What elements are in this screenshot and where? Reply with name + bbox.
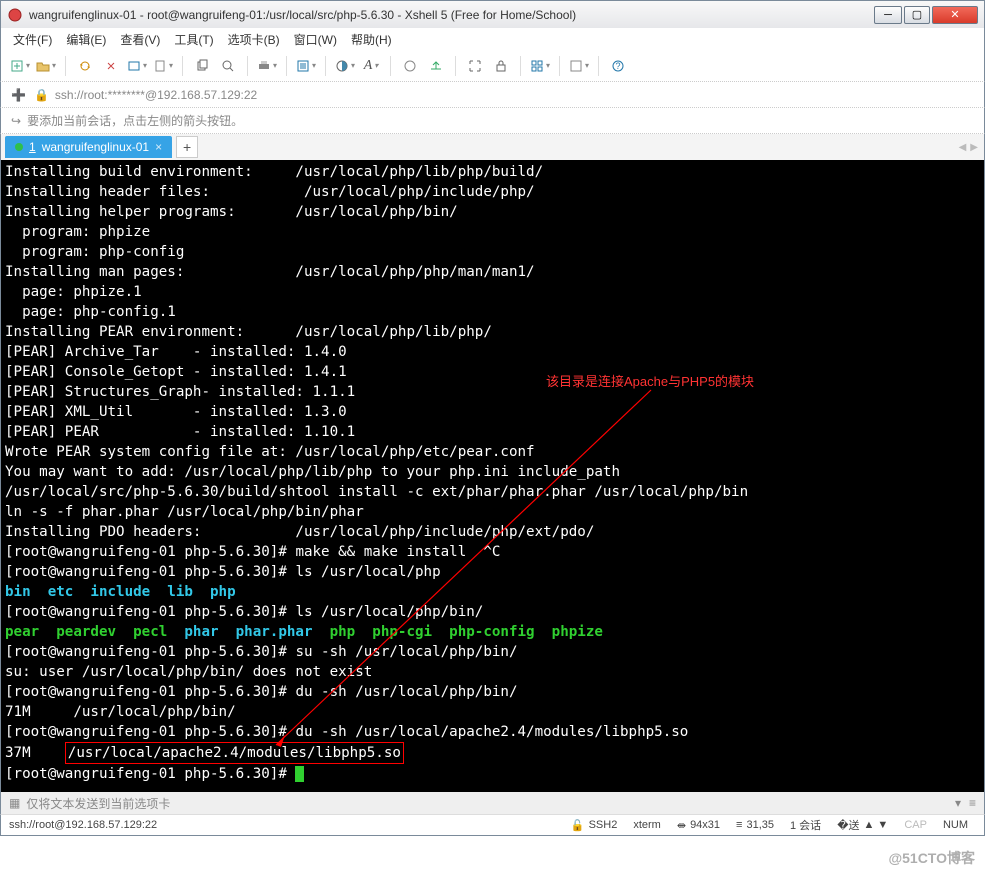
add-tab-button[interactable]: + bbox=[176, 136, 198, 158]
menu-tools[interactable]: 工具(T) bbox=[170, 29, 217, 50]
status-protocol: SSH2 bbox=[589, 819, 618, 831]
address-text[interactable]: ssh://root:********@192.168.57.129:22 bbox=[55, 88, 257, 102]
xagent-button[interactable] bbox=[399, 55, 421, 77]
script-button[interactable] bbox=[568, 55, 590, 77]
open-button[interactable] bbox=[35, 55, 57, 77]
hint-arrow-icon[interactable]: ↪ bbox=[11, 114, 21, 128]
toolbar: A ? bbox=[0, 50, 985, 82]
color-scheme-button[interactable] bbox=[334, 55, 356, 77]
link-icon: �送 bbox=[837, 817, 859, 833]
status-bar: ssh://root@192.168.57.129:22 🔓 SSH2 xterm… bbox=[0, 814, 985, 836]
print-button[interactable] bbox=[256, 55, 278, 77]
terminal-output[interactable]: Installing build environment: /usr/local… bbox=[0, 160, 985, 792]
hint-text: 要添加当前会话，点击左侧的箭头按钮。 bbox=[27, 112, 243, 129]
status-term-type: xterm bbox=[633, 819, 661, 831]
font-button[interactable]: A bbox=[360, 55, 382, 77]
title-bar: wangruifenglinux-01 - root@wangruifeng-0… bbox=[0, 0, 985, 28]
send-dropdown-icon[interactable]: ▾ bbox=[955, 796, 961, 810]
menu-tab[interactable]: 选项卡(B) bbox=[224, 29, 284, 50]
status-cap: CAP bbox=[904, 819, 927, 831]
add-session-icon[interactable]: ➕ bbox=[11, 88, 26, 102]
window-buttons: ─ ▢ ✕ bbox=[872, 6, 978, 24]
address-bar: ➕ 🔒 ssh://root:********@192.168.57.129:2… bbox=[0, 82, 985, 108]
close-button[interactable]: ✕ bbox=[932, 6, 978, 24]
find-button[interactable] bbox=[217, 55, 239, 77]
tab-prev-icon[interactable]: ◀ bbox=[959, 142, 967, 153]
menu-edit[interactable]: 编辑(E) bbox=[62, 29, 110, 50]
log-button[interactable] bbox=[152, 55, 174, 77]
minimize-button[interactable]: ─ bbox=[874, 6, 902, 24]
watermark: @51CTO博客 bbox=[888, 848, 975, 868]
tab-label: wangruifenglinux-01 bbox=[42, 140, 149, 154]
menu-bar: 文件(F) 编辑(E) 查看(V) 工具(T) 选项卡(B) 窗口(W) 帮助(… bbox=[0, 28, 985, 50]
menu-view[interactable]: 查看(V) bbox=[116, 29, 164, 50]
svg-text:?: ? bbox=[615, 61, 620, 71]
window-title: wangruifenglinux-01 - root@wangruifeng-0… bbox=[29, 8, 872, 22]
send-icon[interactable]: ▦ bbox=[9, 796, 20, 810]
hint-bar: ↪ 要添加当前会话，点击左侧的箭头按钮。 bbox=[0, 108, 985, 134]
status-size: 94x31 bbox=[690, 819, 720, 831]
send-text[interactable]: 仅将文本发送到当前选项卡 bbox=[26, 795, 170, 812]
fullscreen-button[interactable] bbox=[464, 55, 486, 77]
app-icon bbox=[7, 7, 23, 23]
send-bar: ▦ 仅将文本发送到当前选项卡 ▾ ≡ bbox=[0, 792, 985, 814]
menu-help[interactable]: 帮助(H) bbox=[347, 29, 396, 50]
menu-file[interactable]: 文件(F) bbox=[9, 29, 56, 50]
help-button[interactable]: ? bbox=[607, 55, 629, 77]
pos-icon: ≡ bbox=[736, 819, 742, 831]
status-position: 31,35 bbox=[746, 819, 774, 831]
lock-button[interactable] bbox=[490, 55, 512, 77]
properties-button[interactable] bbox=[295, 55, 317, 77]
send-menu-icon[interactable]: ≡ bbox=[969, 796, 976, 810]
new-session-button[interactable] bbox=[9, 55, 31, 77]
xftp-button[interactable] bbox=[425, 55, 447, 77]
tile-button[interactable] bbox=[529, 55, 551, 77]
copy-button[interactable] bbox=[191, 55, 213, 77]
tab-number: 1 bbox=[29, 140, 36, 154]
session-tab[interactable]: 1 wangruifenglinux-01 × bbox=[5, 136, 172, 158]
profile-button[interactable] bbox=[126, 55, 148, 77]
status-num: NUM bbox=[943, 819, 968, 831]
tab-next-icon[interactable]: ▶ bbox=[970, 142, 978, 153]
lock-icon: 🔒 bbox=[34, 88, 49, 102]
lock-status-icon: 🔓 bbox=[571, 819, 585, 832]
menu-window[interactable]: 窗口(W) bbox=[290, 29, 341, 50]
size-icon: ⇼ bbox=[677, 819, 686, 832]
tab-close-icon[interactable]: × bbox=[155, 140, 162, 154]
connected-indicator-icon bbox=[15, 143, 23, 151]
annotation-label: 该目录是连接Apache与PHP5的模块 bbox=[546, 372, 754, 392]
status-sessions: 1 会话 bbox=[790, 817, 821, 833]
tab-bar: 1 wangruifenglinux-01 × + ◀ ▶ bbox=[0, 134, 985, 160]
disconnect-button[interactable] bbox=[100, 55, 122, 77]
maximize-button[interactable]: ▢ bbox=[904, 6, 930, 24]
reconnect-button[interactable] bbox=[74, 55, 96, 77]
status-connection: ssh://root@192.168.57.129:22 bbox=[9, 819, 157, 831]
